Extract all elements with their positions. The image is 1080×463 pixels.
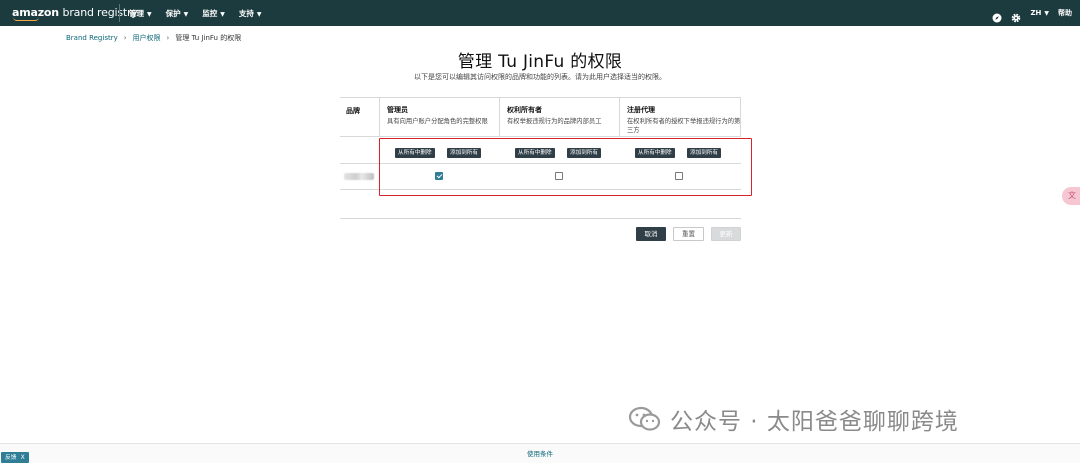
column-divider bbox=[499, 97, 500, 137]
rights-owner-remove-all-button[interactable]: 从所有中删除 bbox=[515, 148, 555, 158]
rights-owner-permission-checkbox[interactable] bbox=[555, 172, 563, 180]
divider bbox=[340, 218, 741, 219]
table-header-row: 品牌 管理员 具有向用户账户分配角色的完整权限 权利所有者 有权举报违规行为的品… bbox=[340, 97, 741, 137]
admin-column-header: 管理员 具有向用户账户分配角色的完整权限 bbox=[387, 105, 505, 126]
chevron-right-icon: › bbox=[166, 34, 170, 42]
column-divider bbox=[379, 97, 380, 137]
feedback-button[interactable]: 反馈 X bbox=[1, 452, 29, 463]
breadcrumb-current: 管理 Tu JinFu 的权限 bbox=[175, 34, 242, 42]
amazon-smile-icon bbox=[13, 17, 39, 21]
chevron-down-icon: ▼ bbox=[147, 10, 152, 18]
language-selector[interactable]: ZH ▼ bbox=[1030, 9, 1049, 17]
registered-agent-column-title: 注册代理 bbox=[627, 106, 655, 114]
nav-support-label: 支持 bbox=[238, 8, 254, 18]
nav-manage-label: 管理 bbox=[129, 8, 144, 18]
registered-agent-column-desc: 在权利所有者的授权下举报违规行为的第三方 bbox=[627, 118, 741, 134]
update-button[interactable]: 更新 bbox=[711, 227, 741, 241]
chevron-right-icon: › bbox=[123, 34, 127, 42]
help-link[interactable]: 帮助 bbox=[1058, 8, 1072, 18]
rights-owner-column-header: 权利所有者 有权举报违规行为的品牌内部员工 bbox=[507, 105, 625, 126]
permissions-table: 品牌 管理员 具有向用户账户分配角色的完整权限 权利所有者 有权举报违规行为的品… bbox=[340, 97, 741, 190]
rights-owner-column-desc: 有权举报违规行为的品牌内部员工 bbox=[507, 118, 602, 125]
admin-column-title: 管理员 bbox=[387, 106, 408, 114]
nav-monitor[interactable]: 监控 ▼ bbox=[202, 8, 225, 19]
watermark: 公众号 · 太阳爸爸聊聊跨境 bbox=[628, 402, 959, 436]
page-subtitle: 以下是您可以编辑其访问权限的品牌和功能的列表。请为此用户选择适当的权限。 bbox=[414, 73, 666, 81]
top-navigation-bar: amazon brand registry 管理 ▼ 保护 ▼ 监控 ▼ 支持 ▼ ZH… bbox=[0, 0, 1080, 26]
nav-protect-label: 保护 bbox=[165, 8, 181, 18]
agent-remove-all-button[interactable]: 从所有中删除 bbox=[635, 148, 675, 158]
breadcrumb-brand-registry[interactable]: Brand Registry bbox=[66, 34, 118, 42]
admin-remove-all-button[interactable]: 从所有中删除 bbox=[395, 148, 435, 158]
feedback-label: 反馈 bbox=[5, 455, 17, 461]
translate-widget[interactable]: 文 bbox=[1062, 187, 1080, 205]
registered-agent-column-header: 注册代理 在权利所有者的授权下举报违规行为的第三方 bbox=[627, 105, 745, 135]
rights-owner-column-title: 权利所有者 bbox=[507, 106, 542, 114]
nav-support[interactable]: 支持 ▼ bbox=[239, 8, 262, 19]
nav-protect[interactable]: 保护 ▼ bbox=[166, 8, 189, 19]
wechat-icon bbox=[628, 405, 662, 433]
logo-brand-registry-text: brand registry bbox=[62, 6, 138, 19]
close-icon[interactable]: X bbox=[21, 454, 25, 461]
admin-permission-checkbox[interactable] bbox=[435, 172, 443, 180]
chevron-down-icon: ▼ bbox=[1044, 10, 1049, 17]
reset-button[interactable]: 重置 bbox=[673, 227, 704, 241]
column-divider bbox=[619, 97, 620, 137]
column-divider bbox=[740, 97, 741, 137]
breadcrumb-user-permissions[interactable]: 用户权限 bbox=[133, 33, 161, 43]
watermark-text: 公众号 · 太阳爸爸聊聊跨境 bbox=[670, 409, 959, 435]
page-title: 管理 Tu JinFu 的权限 bbox=[457, 52, 623, 72]
rights-owner-add-all-button[interactable]: 添加到所有 bbox=[567, 148, 601, 158]
table-row bbox=[340, 164, 741, 190]
main-nav: 管理 ▼ 保护 ▼ 监控 ▼ 支持 ▼ bbox=[129, 0, 262, 26]
cancel-button[interactable]: 取消 bbox=[636, 227, 666, 241]
chevron-down-icon: ▼ bbox=[256, 10, 262, 18]
bulk-actions-row: 从所有中删除 添加到所有 从所有中删除 添加到所有 从所有中删除 添加到所有 bbox=[340, 137, 741, 164]
breadcrumb: Brand Registry › 用户权限 › 管理 Tu JinFu 的权限 bbox=[66, 33, 241, 43]
admin-column-desc: 具有向用户账户分配角色的完整权限 bbox=[387, 118, 488, 125]
agent-add-all-button[interactable]: 添加到所有 bbox=[687, 148, 721, 158]
terms-of-use-link[interactable]: 使用条件 bbox=[0, 448, 1080, 458]
chevron-down-icon: ▼ bbox=[220, 10, 225, 18]
nav-divider bbox=[119, 4, 120, 22]
nav-monitor-label: 监控 bbox=[202, 8, 218, 18]
brand-column-header: 品牌 bbox=[346, 107, 360, 115]
brand-name-redacted bbox=[344, 173, 374, 180]
gear-icon[interactable] bbox=[1011, 8, 1021, 23]
admin-add-all-button[interactable]: 添加到所有 bbox=[447, 148, 481, 158]
language-label: ZH bbox=[1030, 9, 1042, 17]
compass-icon[interactable] bbox=[992, 8, 1002, 23]
chevron-down-icon: ▼ bbox=[183, 10, 189, 18]
header-tools: ZH ▼ 帮助 bbox=[992, 0, 1072, 26]
agent-permission-checkbox[interactable] bbox=[675, 172, 683, 180]
nav-manage[interactable]: 管理 ▼ bbox=[129, 8, 152, 19]
footer: 使用条件 反馈 X bbox=[0, 443, 1080, 463]
